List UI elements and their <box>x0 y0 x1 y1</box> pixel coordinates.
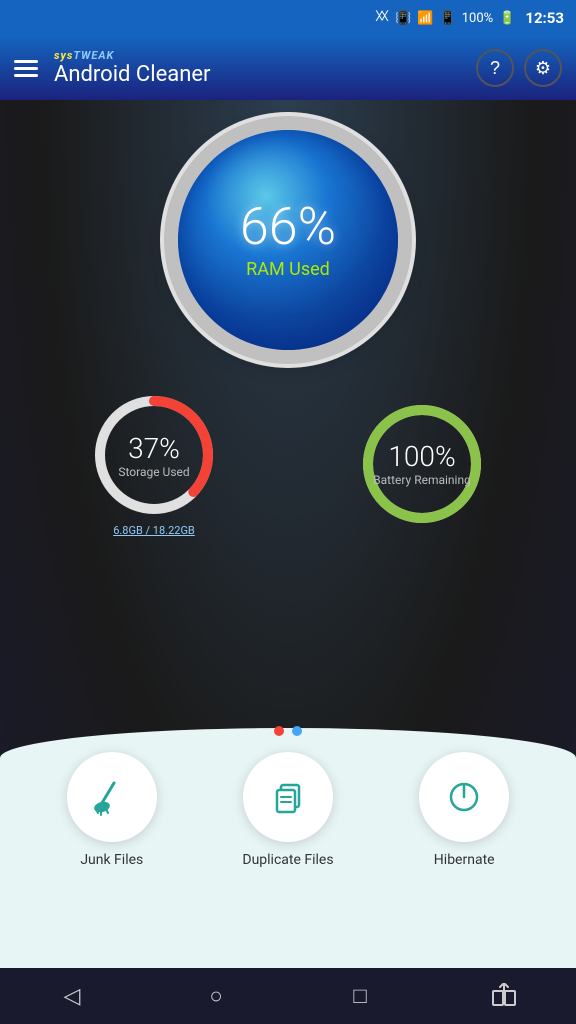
junk-files-button[interactable]: Junk Files <box>67 752 157 868</box>
brand-container: sysTWEAK Android Cleaner <box>54 49 210 87</box>
brand-name: sysTWEAK <box>54 49 210 62</box>
menu-button[interactable] <box>14 60 38 77</box>
settings-button[interactable]: ⚙ <box>524 49 562 87</box>
home-button[interactable]: ○ <box>192 972 240 1020</box>
hamburger-line-1 <box>14 60 38 63</box>
app-title: Android Cleaner <box>54 62 210 87</box>
bluetooth-icon: ⯵ <box>375 7 389 29</box>
status-bar: ⯵ 📳 📶 📱 100% 🔋 12:53 <box>0 0 576 36</box>
share-icon <box>491 983 517 1009</box>
battery-icon: 🔋 <box>499 11 515 26</box>
ram-gauge: 66% RAM Used <box>178 130 398 350</box>
ram-gauge-container[interactable]: 66% RAM Used <box>178 130 398 350</box>
battery-percent: 100% <box>462 11 493 26</box>
header-actions: ? ⚙ <box>476 49 562 87</box>
recent-button[interactable]: □ <box>336 972 384 1020</box>
app-header: sysTWEAK Android Cleaner ? ⚙ <box>0 36 576 100</box>
page-dots <box>0 726 576 736</box>
storage-detail: 6.8GB / 18.22GB <box>113 524 195 537</box>
battery-ring-container: 100% Battery Remaining <box>357 399 487 529</box>
navigation-bar: ◁ ○ □ <box>0 968 576 1024</box>
power-icon <box>444 777 484 817</box>
hibernate-circle <box>419 752 509 842</box>
storage-ring-center: 37% Storage Used <box>118 432 189 479</box>
hibernate-button[interactable]: Hibernate <box>419 752 509 868</box>
storage-percentage: 37% <box>128 432 180 465</box>
main-content: 66% RAM Used 37% Storage Used 6.8GB / 18… <box>0 100 576 968</box>
junk-files-label: Junk Files <box>80 852 143 868</box>
battery-percentage: 100% <box>388 440 455 473</box>
dot-active <box>274 726 284 736</box>
share-button[interactable] <box>480 972 528 1020</box>
storage-label: Storage Used <box>118 465 189 479</box>
storage-metric: 37% Storage Used 6.8GB / 18.22GB <box>89 390 219 537</box>
duplicate-files-label: Duplicate Files <box>242 852 333 868</box>
copy-icon <box>268 777 308 817</box>
battery-label: Battery Remaining <box>373 473 471 487</box>
junk-files-circle <box>67 752 157 842</box>
brand-sys: sys <box>54 49 73 62</box>
hibernate-label: Hibernate <box>434 852 495 868</box>
duplicate-files-button[interactable]: Duplicate Files <box>242 752 333 868</box>
wifi-icon: 📶 <box>417 11 433 26</box>
vibrate-icon: 📳 <box>395 11 411 26</box>
hamburger-line-3 <box>14 74 38 77</box>
broom-icon <box>92 777 132 817</box>
battery-ring-center: 100% Battery Remaining <box>373 440 471 487</box>
back-button[interactable]: ◁ <box>48 972 96 1020</box>
action-buttons-row: Junk Files Duplicate Files <box>0 752 576 868</box>
help-button[interactable]: ? <box>476 49 514 87</box>
storage-ring-container: 37% Storage Used <box>89 390 219 520</box>
hamburger-line-2 <box>14 67 38 70</box>
bottom-panel: Junk Files Duplicate Files <box>0 708 576 968</box>
ram-percentage: 66% <box>240 201 336 253</box>
sim-icon: 📱 <box>440 11 456 26</box>
battery-metric: 100% Battery Remaining <box>357 399 487 529</box>
duplicate-files-circle <box>243 752 333 842</box>
metrics-row: 37% Storage Used 6.8GB / 18.22GB 100% Ba… <box>0 390 576 537</box>
ram-label: RAM Used <box>246 259 330 280</box>
dot-inactive <box>292 726 302 736</box>
status-time: 12:53 <box>525 9 564 27</box>
